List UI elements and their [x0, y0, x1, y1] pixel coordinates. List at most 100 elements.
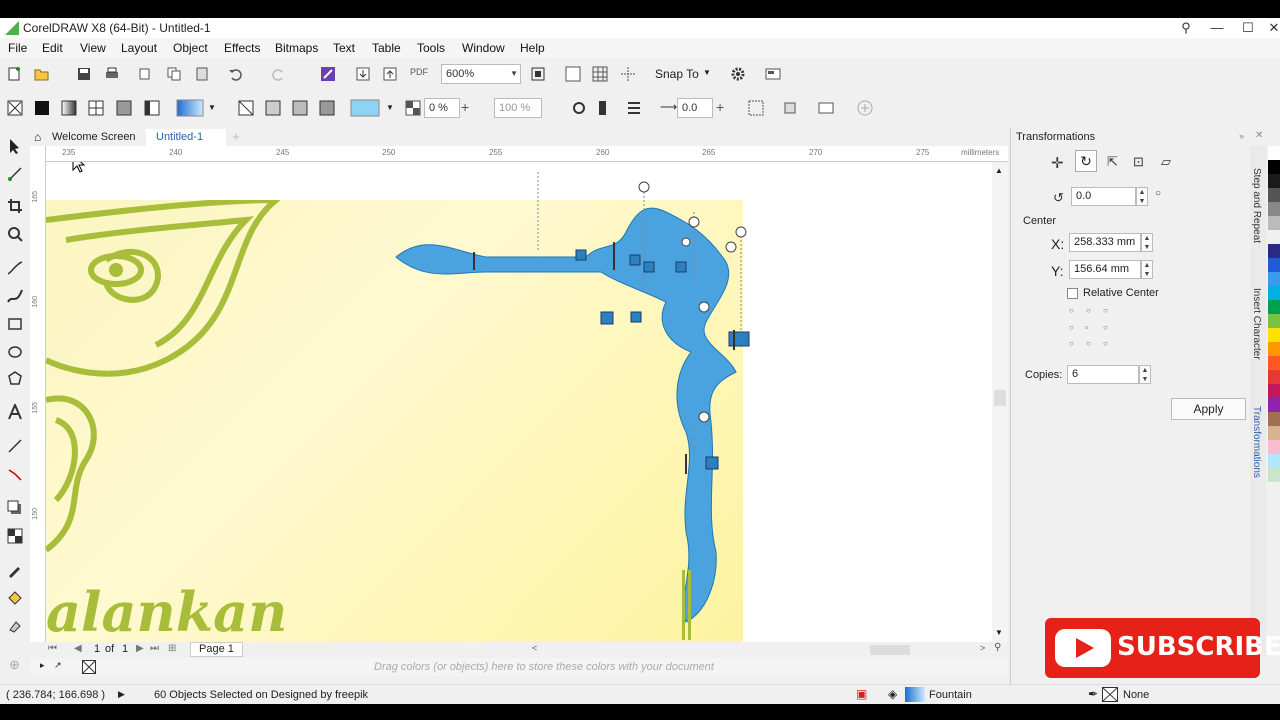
next-page-icon[interactable]: ▶: [136, 643, 144, 654]
transparency-fill-icon[interactable]: [265, 100, 281, 116]
search-content-icon[interactable]: [320, 66, 336, 82]
no-color-swatch[interactable]: [82, 660, 96, 674]
shape-tool-icon[interactable]: [7, 166, 23, 182]
minimize-button[interactable]: —: [1203, 19, 1231, 37]
add-node-icon[interactable]: +: [461, 99, 469, 115]
smart-fill-tool-icon[interactable]: [7, 618, 23, 634]
skew-icon[interactable]: ▱: [1161, 154, 1171, 170]
color-proof-icon[interactable]: ▣: [856, 687, 867, 701]
anchor-point[interactable]: ○: [1086, 306, 1091, 315]
pick-tool-icon[interactable]: [7, 138, 23, 154]
green-ornament[interactable]: [46, 200, 296, 560]
print-icon[interactable]: [104, 66, 120, 82]
eyedropper-tool-icon[interactable]: [7, 562, 23, 578]
blue-corner-ornament[interactable]: [386, 172, 756, 642]
eyedropper-icon[interactable]: ↗: [54, 660, 62, 671]
checker-icon[interactable]: [405, 100, 421, 116]
anchor-point[interactable]: ○: [1069, 339, 1074, 348]
angle-input[interactable]: 0.0: [1071, 187, 1136, 206]
ornament-text[interactable]: alankan: [46, 582, 287, 642]
scroll-thumb[interactable]: [994, 390, 1006, 406]
relative-center-checkbox[interactable]: [1067, 288, 1078, 299]
menu-table[interactable]: Table: [372, 41, 401, 55]
offset-input[interactable]: 0.0: [677, 98, 713, 118]
color-swatch[interactable]: [1268, 244, 1280, 258]
fountain-type-icon[interactable]: [176, 98, 206, 118]
rotate-tab-icon[interactable]: ↻: [1075, 150, 1097, 172]
size-icon[interactable]: ⊡: [1133, 154, 1144, 170]
anchor-point[interactable]: ○: [1069, 306, 1074, 315]
anchor-grid[interactable]: ○ ○ ○ ○ ▫ ○ ○ ○ ○: [1067, 306, 1117, 348]
anchor-point[interactable]: ○: [1069, 323, 1074, 332]
scroll-up-icon[interactable]: ▲: [995, 166, 1003, 175]
scroll-left-icon[interactable]: <: [532, 643, 537, 653]
color-swatch[interactable]: [1268, 202, 1280, 216]
launch-icon[interactable]: [765, 66, 781, 82]
first-page-icon[interactable]: ⏮: [48, 643, 57, 654]
color-swatch[interactable]: [1268, 384, 1280, 398]
close-button[interactable]: ✕: [1260, 19, 1280, 37]
anchor-point[interactable]: ○: [1086, 339, 1091, 348]
color-swatch[interactable]: [1268, 440, 1280, 454]
rectangle-tool-icon[interactable]: [7, 316, 23, 332]
cut-icon[interactable]: [138, 66, 154, 82]
fill-color-picker[interactable]: [350, 98, 380, 118]
vertical-scrollbar[interactable]: ▲ ▼: [992, 162, 1008, 642]
color-swatch[interactable]: [1268, 258, 1280, 272]
export-icon[interactable]: [382, 66, 398, 82]
center-x-spinner[interactable]: ▲ ▼: [1141, 233, 1153, 252]
parallel-dimension-tool-icon[interactable]: [7, 438, 23, 454]
color-swatch[interactable]: [1268, 356, 1280, 370]
color-swatch[interactable]: [1268, 328, 1280, 342]
color-swatch[interactable]: [1268, 216, 1280, 230]
anchor-point-center[interactable]: ▫: [1085, 322, 1088, 332]
connector-tool-icon[interactable]: [7, 466, 23, 482]
artistic-media-tool-icon[interactable]: [7, 288, 23, 304]
color-swatch[interactable]: [1268, 286, 1280, 300]
tab-untitled-1[interactable]: Untitled-1: [146, 129, 226, 146]
uniform-transparency-icon[interactable]: [34, 100, 50, 116]
transparency-all-icon[interactable]: [319, 100, 335, 116]
publish-pdf-button[interactable]: PDF: [410, 67, 428, 77]
color-swatch[interactable]: [1268, 300, 1280, 314]
zoom-icon[interactable]: ⚲: [994, 642, 1001, 653]
full-screen-preview-icon[interactable]: [530, 66, 546, 82]
menu-layout[interactable]: Layout: [121, 41, 157, 55]
offset-plus-icon[interactable]: +: [716, 99, 724, 115]
transparency-input[interactable]: 0 %: [424, 98, 460, 118]
opacity-input[interactable]: 100 %: [494, 98, 542, 118]
color-swatch[interactable]: [1268, 342, 1280, 356]
flip-icon[interactable]: [598, 100, 614, 116]
palette-menu-icon[interactable]: ▸: [40, 660, 45, 671]
account-icon[interactable]: ⚲: [1172, 19, 1200, 37]
document-palette[interactable]: ▸ ↗ Drag colors (or objects) here to sto…: [30, 658, 1008, 676]
menu-view[interactable]: View: [80, 41, 106, 55]
scroll-down-icon[interactable]: ▼: [995, 628, 1003, 637]
last-page-icon[interactable]: ⏭: [150, 643, 159, 654]
tab-welcome-screen[interactable]: Welcome Screen: [52, 129, 136, 146]
color-swatch[interactable]: [1268, 426, 1280, 440]
crop-tool-icon[interactable]: [7, 198, 23, 214]
rotate-icon[interactable]: [571, 100, 587, 116]
open-icon[interactable]: [34, 66, 50, 82]
coords-arrow-icon[interactable]: ▶: [118, 689, 125, 700]
outline-swatch[interactable]: [1102, 687, 1118, 702]
angle-spinner[interactable]: ▲ ▼: [1136, 187, 1148, 206]
center-x-input[interactable]: 258.333 mm: [1069, 233, 1141, 252]
freehand-tool-icon[interactable]: [7, 260, 23, 276]
docker-close-icon[interactable]: ✕: [1255, 130, 1263, 141]
anchor-point[interactable]: ○: [1103, 306, 1108, 315]
menu-effects[interactable]: Effects: [224, 41, 260, 55]
show-guidelines-icon[interactable]: [620, 66, 636, 82]
bitmap-pattern-icon[interactable]: [116, 100, 132, 116]
prev-page-icon[interactable]: ◀: [74, 643, 82, 654]
tab-step-and-repeat[interactable]: Step and Repeat: [1251, 168, 1262, 243]
import-icon[interactable]: [355, 66, 371, 82]
scale-mirror-icon[interactable]: ⇱: [1107, 154, 1118, 170]
menu-tools[interactable]: Tools: [417, 41, 445, 55]
add-page-icon[interactable]: ⊞: [168, 643, 176, 654]
menu-bitmaps[interactable]: Bitmaps: [275, 41, 318, 55]
menu-help[interactable]: Help: [520, 41, 545, 55]
no-transparency-icon[interactable]: [7, 100, 23, 116]
tab-transformations[interactable]: Transformations: [1251, 406, 1262, 478]
